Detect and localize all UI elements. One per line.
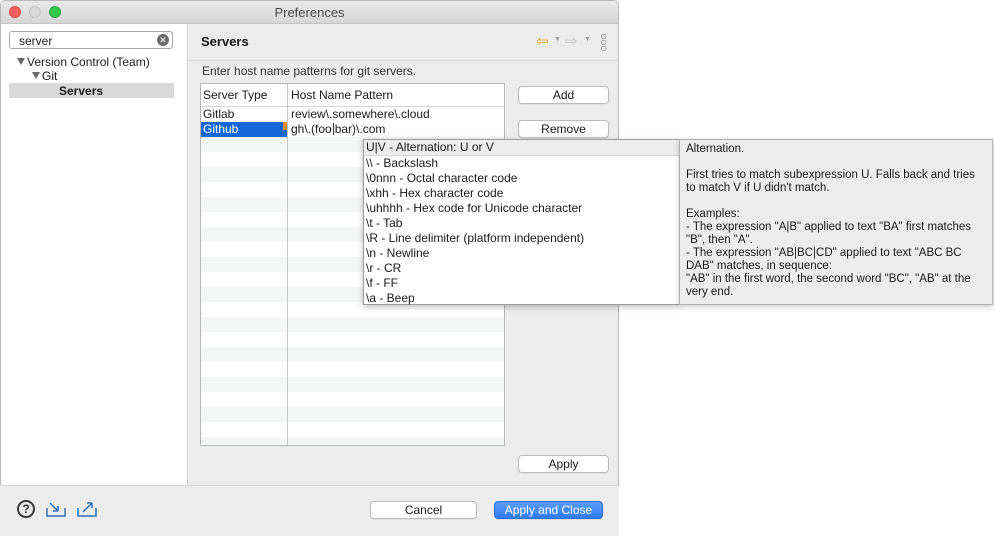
tree-item-git[interactable]: Git — [32, 69, 57, 83]
cancel-button[interactable]: Cancel — [370, 501, 477, 519]
bottom-bar: ? Cancel Apply and Close — [0, 485, 619, 536]
page-title: Servers — [201, 34, 249, 49]
table-row — [201, 377, 504, 392]
popup-item-ff[interactable]: \f - FF — [364, 276, 679, 291]
dropdown-marker-icon[interactable] — [283, 122, 287, 130]
popup-item-tab[interactable]: \t - Tab — [364, 216, 679, 231]
table-row — [201, 347, 504, 362]
cell-host-pattern-editor[interactable]: gh\.(foo bar)\.com — [291, 122, 385, 137]
table-header: Server Type Host Name Pattern — [201, 84, 504, 107]
view-menu-icon[interactable]: ○ ○ ○ — [600, 30, 607, 54]
chevron-down-icon[interactable]: ▼ — [584, 36, 591, 43]
popup-item-alternation[interactable]: U|V - Alternation: U or V — [364, 140, 679, 156]
tree-item-label: Git — [42, 69, 58, 83]
text-cursor — [332, 123, 334, 135]
content-assist-popup[interactable]: U|V - Alternation: U or V \\ - Backslash… — [363, 139, 680, 305]
column-header-host-pattern[interactable]: Host Name Pattern — [291, 88, 393, 102]
info-example-3: "AB" in the first word, the second word … — [686, 273, 971, 298]
pattern-text-before-cursor: gh\.(foo — [291, 122, 332, 136]
export-icon[interactable] — [77, 501, 97, 517]
table-row — [201, 392, 504, 407]
title-bar[interactable]: Preferences — [1, 1, 618, 24]
info-example-2: - The expression "AB|BC|CD" applied to t… — [686, 247, 962, 272]
clear-search-icon[interactable]: ✕ — [157, 34, 169, 46]
cell-server-type[interactable]: Gitlab — [203, 107, 234, 122]
popup-item-hex[interactable]: \xhh - Hex character code — [364, 186, 679, 201]
cell-server-type-selected[interactable]: Github — [203, 122, 238, 137]
apply-button[interactable]: Apply — [518, 455, 609, 473]
popup-item-backslash[interactable]: \\ - Backslash — [364, 156, 679, 171]
tree-item-label: Version Control (Team) — [27, 55, 150, 69]
tree-item-servers[interactable]: Servers — [59, 84, 103, 98]
table-row — [201, 437, 504, 445]
filter-input-value: server — [19, 34, 53, 48]
column-divider[interactable] — [287, 84, 288, 445]
info-example-1: - The expression "A|B" applied to text "… — [686, 221, 972, 246]
chevron-down-icon[interactable]: ▼ — [554, 36, 561, 43]
filter-input[interactable]: server ✕ — [9, 31, 173, 49]
content-assist-info-panel: Alternation. First tries to match subexp… — [679, 139, 993, 305]
popup-item-beep[interactable]: \a - Beep — [364, 291, 679, 306]
popup-item-cr[interactable]: \r - CR — [364, 261, 679, 276]
info-examples-label: Examples: — [686, 208, 740, 220]
tree-item-label: Servers — [59, 84, 104, 98]
table-row — [201, 407, 504, 422]
apply-and-close-button[interactable]: Apply and Close — [494, 501, 603, 519]
table-row — [201, 362, 504, 377]
add-button[interactable]: Add — [518, 86, 609, 104]
table-row — [201, 422, 504, 437]
table-row — [201, 317, 504, 332]
info-body: First tries to match subexpression U. Fa… — [686, 169, 975, 194]
help-icon[interactable]: ? — [17, 500, 35, 518]
preferences-sidebar: server ✕ Version Control (Team) Git Serv… — [1, 24, 188, 486]
expand-triangle-icon[interactable] — [17, 58, 25, 65]
column-header-server-type[interactable]: Server Type — [203, 88, 267, 102]
table-row — [201, 332, 504, 347]
remove-button[interactable]: Remove — [518, 120, 609, 138]
import-icon[interactable] — [46, 501, 66, 517]
cell-host-pattern[interactable]: review\.somewhere\.cloud — [291, 107, 430, 122]
info-title: Alternation. — [686, 143, 745, 155]
window-title: Preferences — [274, 5, 345, 20]
back-arrow-icon[interactable]: ⇦ — [536, 32, 549, 50]
popup-item-newline[interactable]: \n - Newline — [364, 246, 679, 261]
page-header: Servers ⇦ ▼ ⇨ ▼ ○ ○ ○ — [188, 24, 618, 61]
pattern-text-after-cursor: bar)\.com — [334, 122, 386, 136]
popup-item-line-delimiter[interactable]: \R - Line delimiter (platform independen… — [364, 231, 679, 246]
forward-arrow-icon[interactable]: ⇨ — [565, 32, 578, 50]
tree-item-version-control[interactable]: Version Control (Team) — [17, 55, 150, 69]
popup-item-unicode[interactable]: \uhhhh - Hex code for Unicode character — [364, 201, 679, 216]
page-description: Enter host name patterns for git servers… — [202, 64, 417, 78]
popup-item-octal[interactable]: \0nnn - Octal character code — [364, 171, 679, 186]
expand-triangle-icon[interactable] — [32, 72, 40, 79]
